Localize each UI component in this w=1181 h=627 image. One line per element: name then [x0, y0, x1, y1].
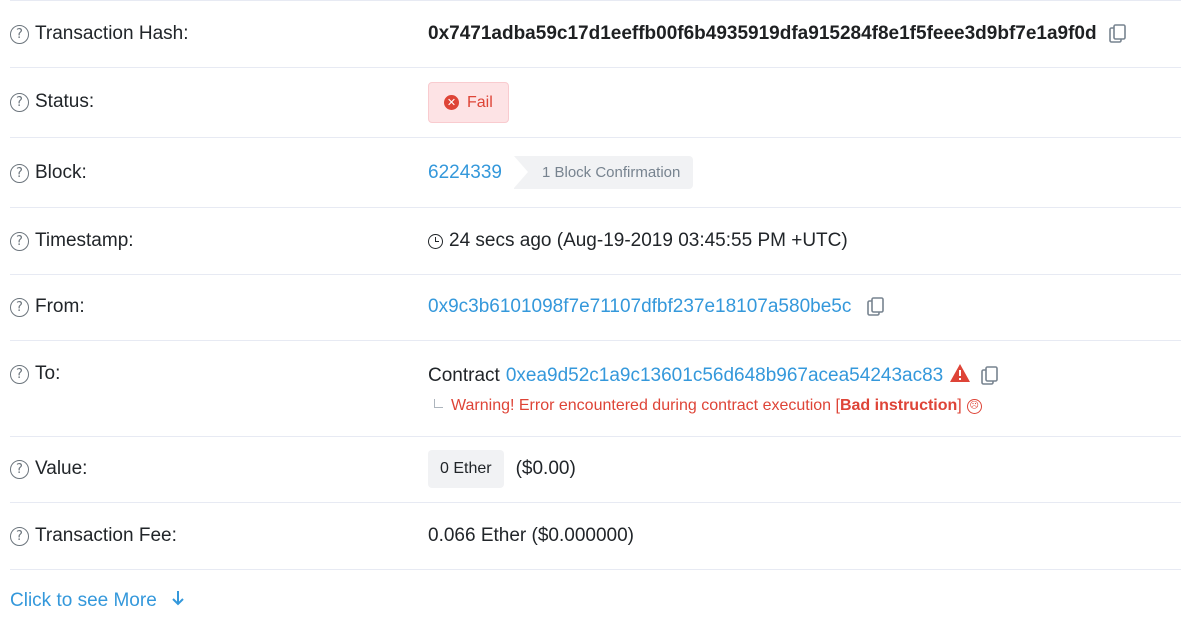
label-transaction-fee: ? Transaction Fee:	[10, 525, 177, 547]
copy-icon[interactable]	[1108, 24, 1127, 44]
warning-end: ]	[957, 397, 962, 414]
value-value: 0 Ether ($0.00)	[428, 450, 576, 488]
timestamp-text: 24 secs ago (Aug-19-2019 03:45:55 PM +UT…	[449, 230, 848, 251]
label-block: ? Block:	[10, 162, 87, 184]
block-number-link[interactable]: 6224339	[428, 162, 502, 184]
frown-icon: ☹	[966, 398, 982, 414]
row-to: ? To: Contract 0xea9d52c1a9c13601c56d648…	[10, 341, 1181, 437]
label-to: ? To:	[10, 363, 60, 385]
value-status: ✕ Fail	[428, 82, 509, 123]
question-icon[interactable]: ?	[10, 364, 29, 384]
label-status: ? Status:	[10, 91, 94, 113]
row-from: ? From: 0x9c3b6101098f7e71107dfbf237e181…	[10, 275, 1181, 341]
label-text: Transaction Hash:	[35, 23, 189, 44]
status-badge: ✕ Fail	[428, 82, 509, 123]
to-address-line: Contract 0xea9d52c1a9c13601c56d648b967ac…	[428, 363, 999, 389]
transaction-details: ? Transaction Hash: 0x7471adba59c17d1eef…	[0, 0, 1181, 611]
label-value: ? Value:	[10, 458, 87, 480]
row-transaction-fee: ? Transaction Fee: 0.066 Ether ($0.00000…	[10, 503, 1181, 570]
to-address-link[interactable]: 0xea9d52c1a9c13601c56d648b967acea54243ac…	[506, 365, 943, 387]
contract-prefix: Contract	[428, 365, 500, 386]
warning-icon	[949, 363, 971, 389]
question-icon[interactable]: ?	[10, 459, 29, 479]
clock-icon	[428, 233, 443, 249]
warning-bold: Bad instruction	[839, 397, 958, 414]
label-text: Value:	[35, 458, 88, 479]
value-timestamp: 24 secs ago (Aug-19-2019 03:45:55 PM +UT…	[428, 230, 848, 252]
label-timestamp: ? Timestamp:	[10, 230, 134, 252]
warning-text: Error encountered during contract execut…	[514, 397, 840, 414]
label-text: Transaction Fee:	[35, 525, 177, 546]
row-status: ? Status: ✕ Fail	[10, 68, 1181, 138]
question-icon[interactable]: ?	[10, 231, 29, 251]
row-value: ? Value: 0 Ether ($0.00)	[10, 437, 1181, 503]
transaction-hash-text[interactable]: 0x7471adba59c17d1eeffb00f6b4935919dfa915…	[428, 23, 1097, 45]
label-text: From:	[35, 296, 85, 317]
see-more-link[interactable]: Click to see More	[10, 590, 185, 612]
label-from: ? From:	[10, 296, 85, 318]
value-transaction-fee: 0.066 Ether ($0.000000)	[428, 525, 634, 547]
corner-arrow-icon	[434, 398, 443, 408]
question-icon[interactable]: ?	[10, 24, 29, 44]
see-more-text[interactable]: Click to see More	[10, 590, 157, 612]
row-timestamp: ? Timestamp: 24 secs ago (Aug-19-2019 03…	[10, 208, 1181, 275]
question-icon[interactable]: ?	[10, 163, 29, 183]
question-icon[interactable]: ?	[10, 92, 29, 112]
question-icon[interactable]: ?	[10, 526, 29, 546]
value-to: Contract 0xea9d52c1a9c13601c56d648b967ac…	[428, 363, 999, 415]
usd-value: ($0.00)	[515, 458, 576, 479]
arrow-down-icon[interactable]	[171, 590, 185, 612]
row-transaction-hash: ? Transaction Hash: 0x7471adba59c17d1eef…	[10, 0, 1181, 68]
fee-text: 0.066 Ether ($0.000000)	[428, 525, 634, 546]
from-address-link[interactable]: 0x9c3b6101098f7e71107dfbf237e18107a580be…	[428, 296, 851, 318]
label-text: To:	[35, 363, 61, 384]
warning-title: Warning!	[451, 397, 515, 414]
copy-icon[interactable]	[981, 366, 999, 386]
block-confirmation-badge: 1 Block Confirmation	[513, 156, 694, 189]
copy-icon[interactable]	[867, 297, 885, 317]
status-text: Fail	[467, 93, 493, 111]
value-from: 0x9c3b6101098f7e71107dfbf237e18107a580be…	[428, 296, 885, 318]
ether-value-badge: 0 Ether	[428, 450, 504, 488]
label-text: Status:	[35, 91, 95, 112]
question-icon[interactable]: ?	[10, 297, 29, 317]
label-text: Timestamp:	[35, 230, 134, 251]
contract-warning: Warning! Error encountered during contra…	[428, 397, 999, 415]
row-block: ? Block: 6224339 1 Block Confirmation	[10, 138, 1181, 208]
value-transaction-hash: 0x7471adba59c17d1eeffb00f6b4935919dfa915…	[428, 23, 1127, 45]
x-circle-icon: ✕	[444, 95, 459, 110]
label-transaction-hash: ? Transaction Hash:	[10, 23, 188, 45]
value-block: 6224339 1 Block Confirmation	[428, 156, 694, 189]
label-text: Block:	[35, 162, 87, 183]
